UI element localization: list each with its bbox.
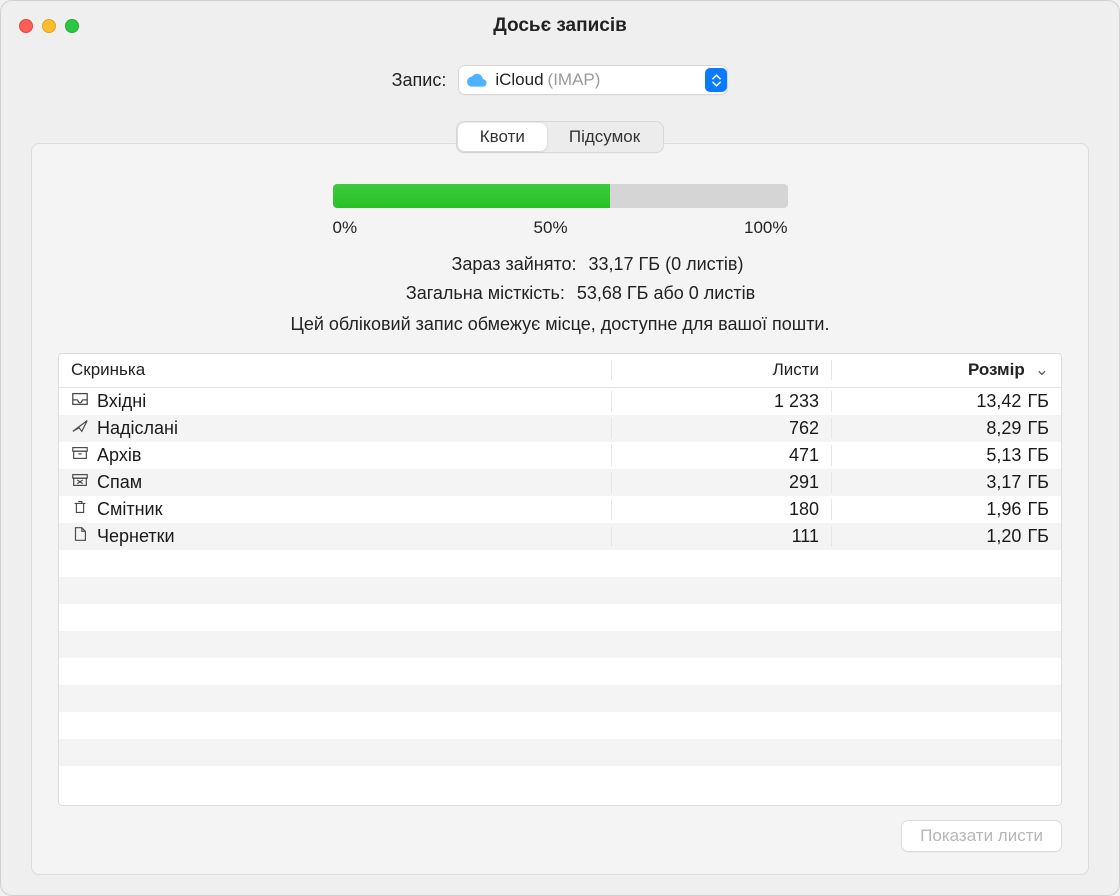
table-row-empty bbox=[59, 550, 1061, 577]
close-button[interactable] bbox=[19, 19, 33, 33]
table-header: Скринька Листи Розмір ⌄ bbox=[59, 354, 1061, 388]
select-chevrons-icon bbox=[705, 68, 727, 92]
mailbox-table: Скринька Листи Розмір ⌄ Вхідні 1 23313,42… bbox=[58, 353, 1062, 806]
quota-note: Цей обліковий запис обмежує місце, досту… bbox=[58, 314, 1062, 335]
progress-ticks: 0% 50% 100% bbox=[333, 218, 788, 238]
table-row[interactable]: Чернетки 1111,20ГБ bbox=[59, 523, 1061, 550]
account-protocol: (IMAP) bbox=[548, 70, 601, 90]
mailbox-messages: 111 bbox=[611, 526, 831, 547]
window-controls bbox=[19, 19, 79, 33]
mailbox-messages: 471 bbox=[611, 445, 831, 466]
tick-0: 0% bbox=[333, 218, 358, 238]
table-row-empty bbox=[59, 577, 1061, 604]
account-select[interactable]: iCloud (IMAP) bbox=[458, 65, 728, 95]
account-row: Запис: iCloud (IMAP) bbox=[1, 65, 1119, 95]
table-row-empty bbox=[59, 712, 1061, 739]
spam-icon bbox=[71, 472, 89, 493]
mailbox-name: Надіслані bbox=[97, 418, 178, 439]
sort-chevron-down-icon: ⌄ bbox=[1035, 360, 1049, 380]
window-title: Досьє записів bbox=[1, 15, 1119, 37]
header-messages[interactable]: Листи bbox=[611, 360, 831, 380]
inbox-icon bbox=[71, 391, 89, 412]
tab-quotas[interactable]: Квоти bbox=[458, 123, 547, 151]
mailbox-messages: 762 bbox=[611, 418, 831, 439]
table-row-empty bbox=[59, 631, 1061, 658]
footer-row: Показати листи bbox=[58, 820, 1062, 852]
zoom-button[interactable] bbox=[65, 19, 79, 33]
header-size[interactable]: Розмір ⌄ bbox=[831, 360, 1061, 380]
mailbox-messages: 180 bbox=[611, 499, 831, 520]
used-value: 33,17 ГБ (0 листів) bbox=[589, 250, 744, 279]
drafts-icon bbox=[71, 526, 89, 547]
table-body: Вхідні 1 23313,42ГБ Надіслані 7628,29ГБ Архі… bbox=[59, 388, 1061, 805]
minimize-button[interactable] bbox=[42, 19, 56, 33]
used-label: Зараз зайнято: bbox=[377, 250, 577, 279]
table-row[interactable]: Смітник 1801,96ГБ bbox=[59, 496, 1061, 523]
mailbox-size: 1,20ГБ bbox=[831, 526, 1061, 547]
mailbox-messages: 291 bbox=[611, 472, 831, 493]
show-messages-button[interactable]: Показати листи bbox=[901, 820, 1062, 852]
titlebar: Досьє записів bbox=[1, 1, 1119, 51]
panel-body: 0% 50% 100% Зараз зайнято: 33,17 ГБ (0 л… bbox=[31, 143, 1089, 875]
sent-icon bbox=[71, 418, 89, 439]
accounts-dossier-window: Досьє записів Запис: iCloud (IMAP) Квоти… bbox=[0, 0, 1120, 896]
account-label: Запис: bbox=[392, 70, 447, 91]
header-mailbox[interactable]: Скринька bbox=[59, 360, 611, 380]
account-name: iCloud bbox=[495, 70, 543, 90]
table-row[interactable]: Вхідні 1 23313,42ГБ bbox=[59, 388, 1061, 415]
icloud-icon bbox=[467, 73, 487, 87]
table-row-empty bbox=[59, 685, 1061, 712]
content-panel: Квоти Підсумок 0% 50% 100% Зараз зайнято… bbox=[31, 125, 1089, 875]
segmented-control: Квоти Підсумок bbox=[456, 121, 664, 153]
tab-summary[interactable]: Підсумок bbox=[547, 123, 662, 151]
info-block: Зараз зайнято: 33,17 ГБ (0 листів) Загал… bbox=[58, 250, 1062, 335]
tick-100: 100% bbox=[744, 218, 787, 238]
capacity-value: 53,68 ГБ або 0 листів bbox=[577, 279, 755, 308]
mailbox-name: Спам bbox=[97, 472, 142, 493]
table-row-empty bbox=[59, 658, 1061, 685]
table-row[interactable]: Спам 2913,17ГБ bbox=[59, 469, 1061, 496]
mailbox-size: 3,17ГБ bbox=[831, 472, 1061, 493]
mailbox-size: 1,96ГБ bbox=[831, 499, 1061, 520]
quota-progress bbox=[333, 184, 788, 208]
table-row[interactable]: Архів 4715,13ГБ bbox=[59, 442, 1061, 469]
mailbox-size: 8,29ГБ bbox=[831, 418, 1061, 439]
tick-50: 50% bbox=[534, 218, 568, 238]
mailbox-size: 13,42ГБ bbox=[831, 391, 1061, 412]
quota-progress-fill bbox=[333, 184, 611, 208]
mailbox-size: 5,13ГБ bbox=[831, 445, 1061, 466]
mailbox-name: Архів bbox=[97, 445, 141, 466]
mailbox-name: Смітник bbox=[97, 499, 163, 520]
table-row-empty bbox=[59, 739, 1061, 766]
capacity-label: Загальна місткість: bbox=[365, 279, 565, 308]
mailbox-messages: 1 233 bbox=[611, 391, 831, 412]
trash-icon bbox=[71, 499, 89, 520]
table-row[interactable]: Надіслані 7628,29ГБ bbox=[59, 415, 1061, 442]
table-row-empty bbox=[59, 604, 1061, 631]
mailbox-name: Чернетки bbox=[97, 526, 175, 547]
archive-icon bbox=[71, 445, 89, 466]
mailbox-name: Вхідні bbox=[97, 391, 146, 412]
